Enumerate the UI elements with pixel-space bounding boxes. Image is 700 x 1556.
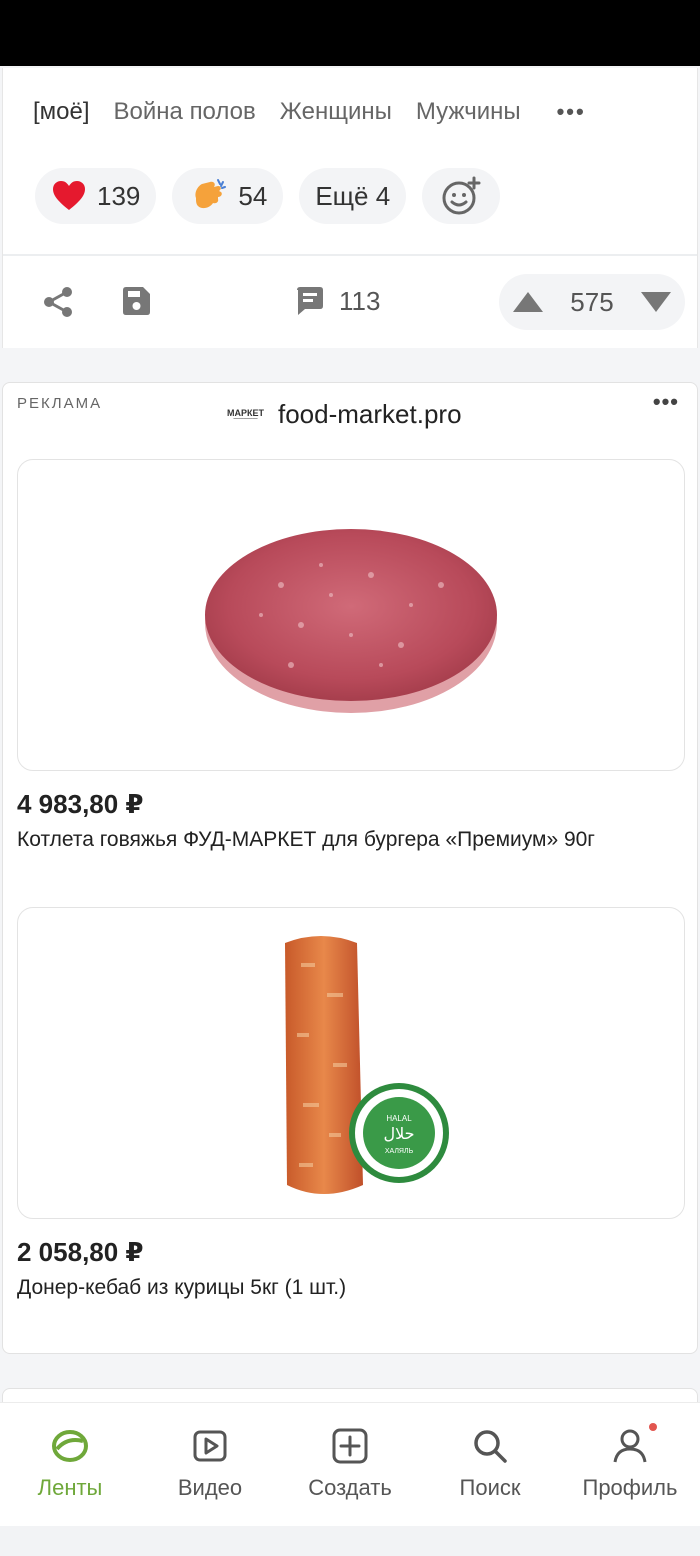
advertiser-logo: МАРКЕТ ━━━━━━━━━━ bbox=[227, 407, 264, 421]
comment-icon bbox=[297, 287, 323, 315]
notification-dot bbox=[649, 1423, 657, 1431]
post-actions: 113 575 bbox=[3, 268, 697, 338]
product-price: 4 983,80 ₽ bbox=[17, 789, 144, 819]
ad-domain: food-market.pro bbox=[278, 399, 462, 429]
add-emoji-icon bbox=[442, 176, 481, 215]
tab-label: Поиск bbox=[459, 1475, 521, 1500]
tab-label: Видео bbox=[177, 1475, 243, 1500]
halal-label: HALAL bbox=[386, 1114, 412, 1123]
divider bbox=[3, 254, 697, 256]
product-image[interactable]: HALAL حلال ХАЛЯЛЬ bbox=[17, 907, 685, 1219]
reaction-count: 139 bbox=[97, 180, 141, 211]
ad-card[interactable]: РЕКЛАМА МАРКЕТ ━━━━━━━━━━ food-market.pr… bbox=[2, 382, 698, 1354]
tag-item[interactable]: Война полов bbox=[114, 98, 256, 126]
tab-feeds[interactable]: Ленты bbox=[0, 1403, 140, 1526]
upvote-icon[interactable] bbox=[511, 290, 545, 314]
status-bar bbox=[0, 0, 700, 66]
more-tags-icon[interactable]: ••• bbox=[557, 99, 586, 125]
feeds-icon bbox=[52, 1430, 88, 1462]
product-title: Котлета говяжья ФУД-МАРКЕТ для бургера «… bbox=[17, 828, 595, 851]
save-icon[interactable] bbox=[119, 284, 153, 318]
search-icon bbox=[474, 1430, 507, 1463]
doner-kebab-image: HALAL حلال ХАЛЯЛЬ bbox=[285, 936, 449, 1194]
halal-ru: ХАЛЯЛЬ bbox=[385, 1148, 414, 1155]
ad-menu-icon[interactable]: ••• bbox=[653, 389, 679, 415]
comments-count: 113 bbox=[339, 285, 381, 316]
more-reactions-label: Ещё 4 bbox=[315, 180, 391, 211]
create-icon bbox=[332, 1428, 368, 1464]
share-icon[interactable] bbox=[41, 284, 77, 320]
product-price: 2 058,80 ₽ bbox=[17, 1237, 144, 1267]
profile-icon bbox=[613, 1429, 647, 1463]
tab-create[interactable]: Создать bbox=[280, 1403, 420, 1526]
tab-video[interactable]: Видео bbox=[140, 1403, 280, 1526]
tab-label: Ленты bbox=[37, 1475, 103, 1500]
rating-value: 575 bbox=[570, 286, 614, 317]
product-title: Донер-кебаб из курицы 5кг (1 шт.) bbox=[17, 1276, 347, 1299]
tag-list: [моё] Война полов Женщины Мужчины ••• bbox=[33, 98, 586, 126]
heart-icon bbox=[53, 181, 85, 210]
halal-arabic: حلال bbox=[383, 1124, 414, 1143]
bottom-tab-bar: Ленты Видео Создать Поиск Профиль bbox=[0, 1402, 700, 1526]
tag-item[interactable]: Мужчины bbox=[416, 98, 521, 126]
clap-icon bbox=[195, 179, 227, 209]
product-card[interactable]: HALAL حلال ХАЛЯЛЬ 2 058,80 ₽ Донер-кебаб… bbox=[17, 907, 685, 1301]
tab-label: Создать bbox=[308, 1475, 392, 1500]
burger-patty-image bbox=[205, 529, 497, 713]
system-nav-area bbox=[0, 1526, 700, 1556]
tab-label: Профиль bbox=[582, 1475, 678, 1500]
reaction-heart-button[interactable]: 139 bbox=[35, 168, 157, 224]
reactions-row: 139 54 Ещё 4 bbox=[35, 168, 501, 224]
add-reaction-button[interactable] bbox=[422, 168, 501, 224]
tab-search[interactable]: Поиск bbox=[420, 1403, 560, 1526]
tag-item[interactable]: [моё] bbox=[33, 98, 90, 126]
ad-label: РЕКЛАМА bbox=[17, 395, 103, 412]
reaction-clap-button[interactable]: 54 bbox=[172, 168, 284, 224]
post-footer: [моё] Война полов Женщины Мужчины ••• 13… bbox=[2, 68, 698, 348]
ad-source[interactable]: МАРКЕТ ━━━━━━━━━━ food-market.pro bbox=[227, 399, 462, 430]
product-card[interactable]: 4 983,80 ₽ Котлета говяжья ФУД-МАРКЕТ дл… bbox=[17, 459, 685, 853]
comments-button[interactable]: 113 bbox=[293, 284, 380, 318]
reaction-count: 54 bbox=[238, 180, 268, 211]
tab-profile[interactable]: Профиль bbox=[560, 1403, 700, 1526]
video-icon bbox=[193, 1430, 227, 1462]
product-image[interactable] bbox=[17, 459, 685, 771]
tag-item[interactable]: Женщины bbox=[280, 98, 392, 126]
rating-widget: 575 bbox=[499, 274, 685, 330]
downvote-icon[interactable] bbox=[639, 290, 673, 314]
more-reactions-button[interactable]: Ещё 4 bbox=[299, 168, 407, 224]
